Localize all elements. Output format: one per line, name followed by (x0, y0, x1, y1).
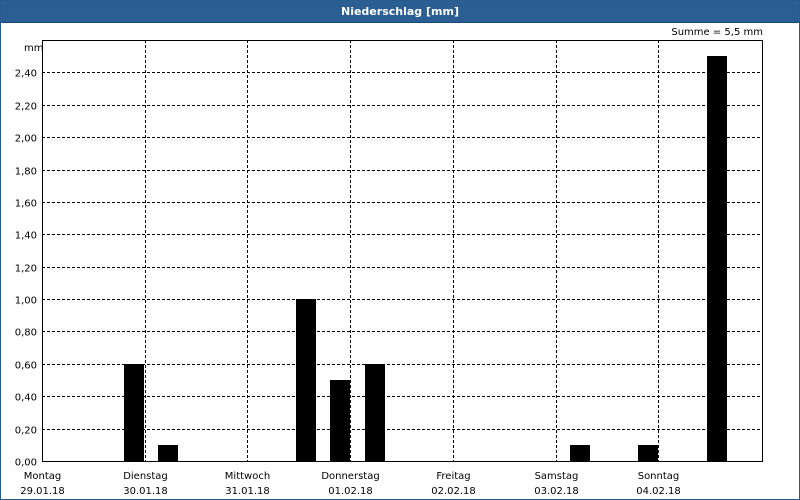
precipitation-chart: mm 0,00 0,20 0,40 0,60 0,80 1,00 1,20 1,40 1,60 1… (15, 40, 763, 497)
precipitation-bar (707, 56, 727, 461)
x-tick-labels: Montag 29.01.18 Dienstag 30.01.18 Mittwoch 31… (20, 471, 681, 497)
precipitation-bar (330, 380, 350, 461)
x-tick-day: Donnerstag (321, 471, 379, 482)
x-tick-day: Dienstag (123, 471, 168, 482)
y-tick-label: 1,80 (15, 167, 37, 178)
x-tick-date: 03.02.18 (534, 486, 579, 497)
y-tick-labels: 0,00 0,20 0,40 0,60 0,80 1,00 1,20 1,40 1,60 1,80… (15, 69, 37, 469)
y-tick-label: 0,60 (15, 361, 37, 372)
x-tick-day: Samstag (535, 471, 579, 482)
x-tick-day: Sonntag (638, 471, 680, 482)
precipitation-bar (638, 445, 658, 461)
y-tick-label: 1,20 (15, 264, 37, 275)
bars (124, 56, 727, 461)
y-tick-label: 2,20 (15, 102, 37, 113)
y-tick-label: 0,40 (15, 393, 37, 404)
precipitation-bar (365, 364, 385, 461)
x-tick-date: 01.02.18 (328, 486, 373, 497)
precipitation-bar (296, 299, 316, 461)
y-tick-label: 1,00 (15, 296, 37, 307)
x-tick-date: 30.01.18 (123, 486, 168, 497)
precipitation-bar (124, 364, 144, 461)
y-tick-label: 0,20 (15, 426, 37, 437)
y-tick-label: 0,00 (15, 458, 37, 469)
y-axis-label: mm (24, 43, 43, 54)
precipitation-bar (158, 445, 178, 461)
y-tick-label: 1,60 (15, 199, 37, 210)
y-tick-label: 1,40 (15, 231, 37, 242)
precipitation-bar (570, 445, 590, 461)
x-tick-day: Mittwoch (225, 471, 270, 482)
x-tick-day: Montag (24, 471, 61, 482)
y-tick-label: 0,80 (15, 328, 37, 339)
x-tick-date: 02.02.18 (431, 486, 476, 497)
y-tick-label: 2,00 (15, 134, 37, 145)
x-tick-date: 04.02.18 (636, 486, 681, 497)
x-tick-day: Freitag (436, 471, 470, 482)
y-tick-label: 2,40 (15, 69, 37, 80)
grid (42, 40, 762, 461)
x-tick-date: 29.01.18 (20, 486, 65, 497)
plot-border (42, 40, 763, 462)
x-tick-date: 31.01.18 (225, 486, 270, 497)
